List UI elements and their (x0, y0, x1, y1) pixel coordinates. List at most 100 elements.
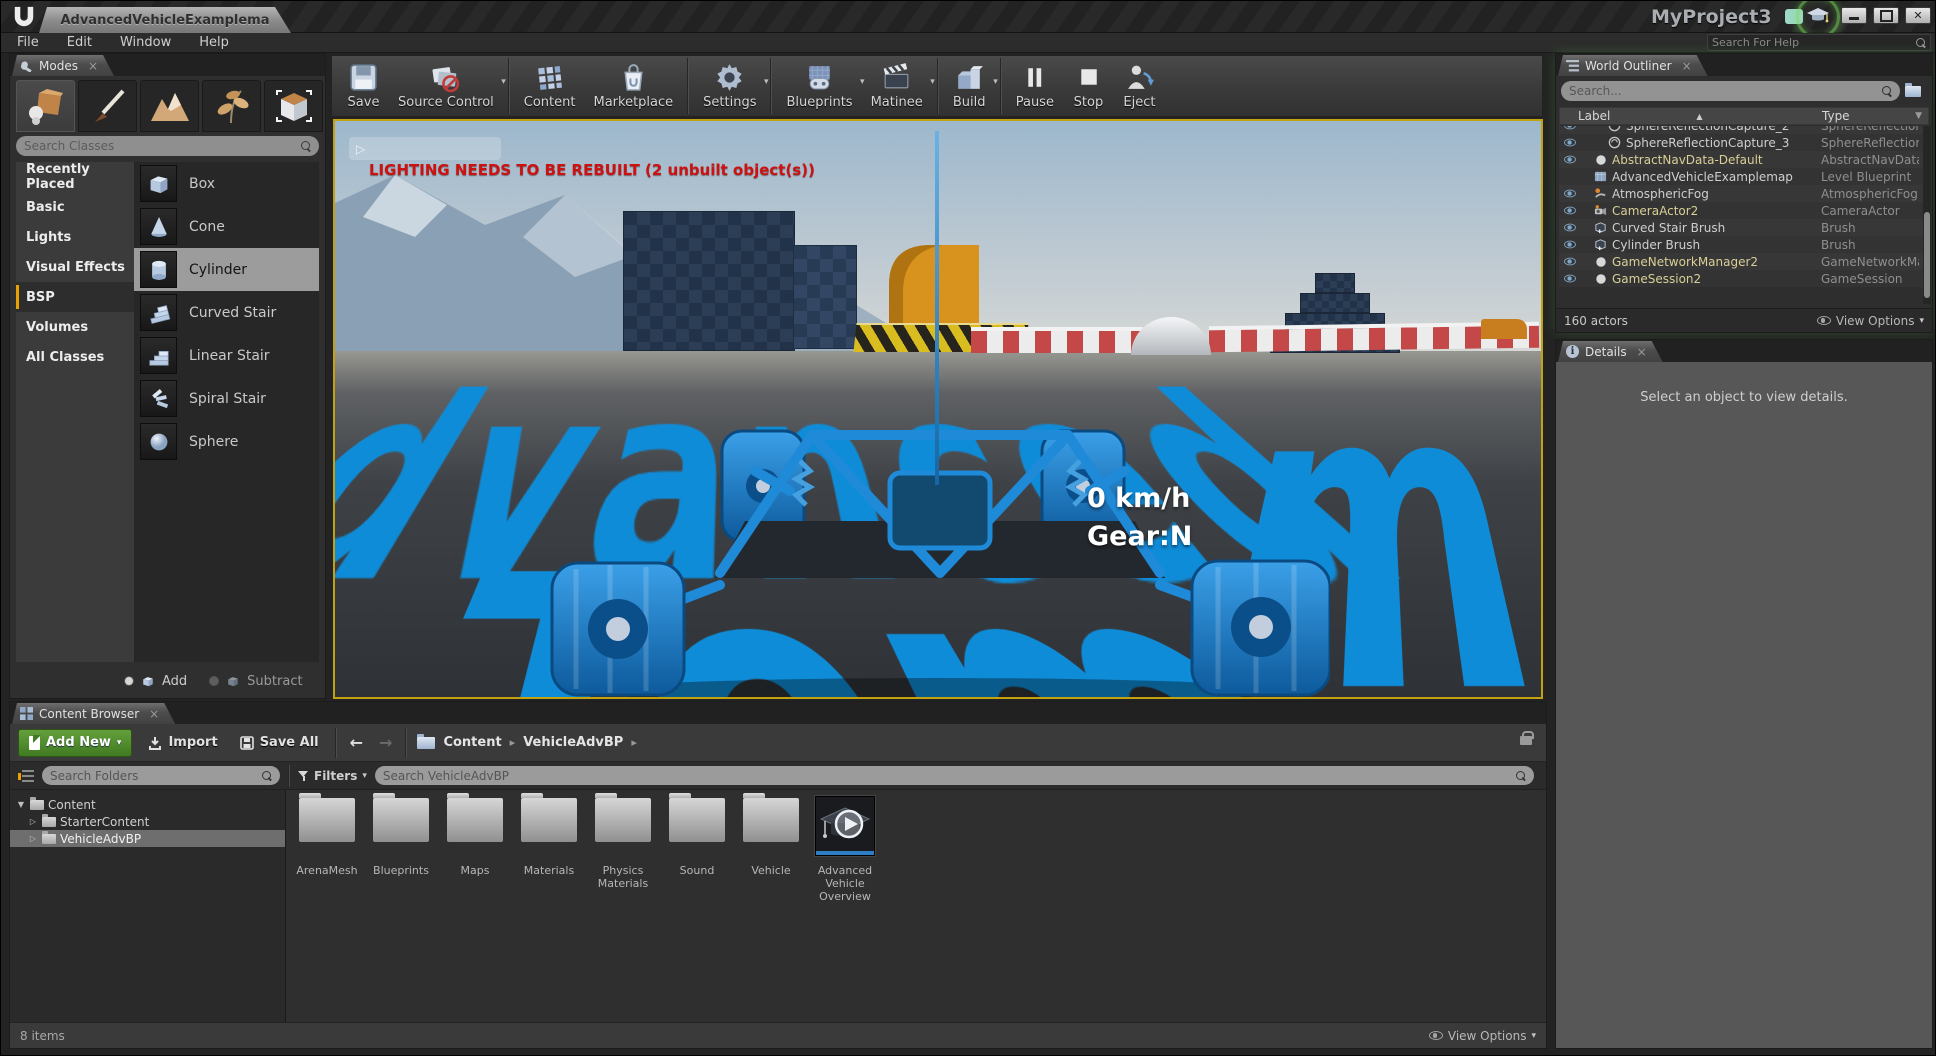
outliner-row[interactable]: AbstractNavData-Default AbstractNavData (1559, 151, 1929, 168)
bsp-item-cone[interactable]: Cone (134, 205, 319, 248)
visibility-eye-icon[interactable] (1564, 224, 1576, 232)
outliner-row[interactable]: Cylinder Brush Brush (1559, 236, 1929, 253)
category-visual-effects[interactable]: Visual Effects (16, 252, 134, 282)
search-folders-box[interactable] (42, 766, 280, 785)
folder-tile-vehicle[interactable]: Vehicle (734, 796, 808, 877)
close-icon[interactable]: × (149, 707, 167, 721)
help-search-input[interactable] (1712, 36, 1916, 49)
tab-details[interactable]: i Details × (1558, 341, 1663, 362)
folder-tile-materials[interactable]: Materials (512, 796, 586, 877)
visibility-eye-icon[interactable] (1564, 126, 1576, 129)
menu-help[interactable]: Help (199, 35, 229, 50)
help-search-box[interactable] (1707, 34, 1931, 51)
stop-button[interactable]: Stop (1063, 57, 1114, 115)
category-recently-placed[interactable]: Recently Placed (16, 162, 134, 192)
category-lights[interactable]: Lights (16, 222, 134, 252)
back-button[interactable]: ← (347, 733, 366, 752)
mode-paint[interactable] (78, 80, 137, 132)
tree-item-startercontent[interactable]: ▷ StarterContent (10, 813, 285, 830)
column-type[interactable]: Type (1822, 109, 1850, 123)
close-icon[interactable]: × (88, 59, 106, 73)
menu-edit[interactable]: Edit (67, 35, 92, 50)
search-folders-input[interactable] (50, 769, 262, 783)
save-all-button[interactable]: Save All (234, 735, 325, 750)
outliner-row[interactable]: SphereReflectionCapture_3 SphereReflecti… (1559, 134, 1929, 151)
category-basic[interactable]: Basic (16, 192, 134, 222)
visibility-eye-icon[interactable] (1564, 241, 1576, 249)
column-label[interactable]: Label (1560, 109, 1610, 123)
visibility-eye-icon[interactable] (1564, 275, 1576, 283)
close-icon[interactable]: × (1637, 345, 1655, 359)
brush-add-option[interactable]: Add (124, 674, 187, 689)
create-folder-button[interactable] (1905, 82, 1927, 100)
lock-icon[interactable] (1520, 736, 1532, 745)
sources-panel-toggle-icon[interactable] (18, 770, 34, 782)
outliner-row[interactable]: AtmosphericFog AtmosphericFog (1559, 185, 1929, 202)
folder-tile-sound[interactable]: Sound (660, 796, 734, 877)
bsp-item-sphere[interactable]: Sphere (134, 420, 319, 463)
tutorials-graduation-cap-icon[interactable] (1807, 8, 1829, 25)
save-button[interactable]: Save (338, 57, 389, 115)
forward-button[interactable]: → (376, 733, 395, 752)
asset-tile-advanced-vehicle-overview[interactable]: Advanced Vehicle Overview (808, 796, 882, 903)
folder-tile-blueprints[interactable]: Blueprints (364, 796, 438, 877)
outliner-scrollbar[interactable] (1923, 126, 1931, 304)
scrollbar-thumb[interactable] (1924, 212, 1930, 298)
category-all-classes[interactable]: All Classes (16, 342, 134, 372)
collapsed-arrow-icon[interactable]: ▷ (28, 834, 38, 843)
sort-ascending-icon[interactable]: ▲ (1696, 112, 1702, 121)
folder-tile-arenamesh[interactable]: ArenaMesh (290, 796, 364, 877)
search-assets-box[interactable] (375, 766, 1534, 785)
brush-subtract-option[interactable]: Subtract (209, 674, 302, 689)
bsp-item-box[interactable]: Box (134, 162, 319, 205)
menu-window[interactable]: Window (120, 35, 171, 50)
search-classes-box[interactable] (16, 136, 319, 156)
bsp-item-curved-stair[interactable]: Curved Stair (134, 291, 319, 334)
collapsed-arrow-icon[interactable]: ▷ (28, 817, 38, 826)
category-volumes[interactable]: Volumes (16, 312, 134, 342)
outliner-row[interactable]: SphereReflectionCapture_2 SphereReflecti… (1559, 126, 1929, 134)
bsp-item-spiral-stair[interactable]: Spiral Stair (134, 377, 319, 420)
content-view-options[interactable]: View Options ▾ (1429, 1029, 1536, 1043)
marketplace-button[interactable]: Marketplace (584, 57, 682, 115)
level-viewport[interactable]: Advanced o Tem m (333, 119, 1543, 699)
search-classes-input[interactable] (24, 139, 301, 153)
blueprints-button[interactable]: Blueprints ▾ (777, 57, 861, 115)
filters-button[interactable]: Filters ▾ (298, 769, 367, 783)
level-tab[interactable]: AdvancedVehicleExamplema (39, 7, 291, 33)
bsp-item-cylinder[interactable]: Cylinder (134, 248, 319, 291)
tree-item-content[interactable]: ▼ Content (10, 796, 285, 813)
close-button[interactable]: ✕ (1905, 7, 1931, 24)
tab-content-browser[interactable]: Content Browser × (12, 703, 175, 724)
settings-button[interactable]: Settings ▾ (694, 57, 765, 115)
matinee-button[interactable]: Matinee ▾ (862, 57, 932, 115)
visibility-eye-icon[interactable] (1564, 207, 1576, 215)
outliner-row[interactable]: GameSession2 GameSession (1559, 270, 1929, 287)
folder-tile-maps[interactable]: Maps (438, 796, 512, 877)
minimize-button[interactable] (1841, 7, 1867, 24)
visibility-eye-icon[interactable] (1564, 156, 1576, 164)
visibility-eye-icon[interactable] (1564, 139, 1576, 147)
outliner-search-input[interactable] (1569, 84, 1882, 98)
content-button[interactable]: Content (515, 57, 585, 115)
mode-foliage[interactable] (202, 80, 261, 132)
category-bsp[interactable]: BSP (16, 282, 134, 312)
outliner-row[interactable]: GameNetworkManager2 GameNetworkMar (1559, 253, 1929, 270)
eject-button[interactable]: Eject (1114, 57, 1165, 115)
outliner-row[interactable]: Curved Stair Brush Brush (1559, 219, 1929, 236)
outliner-view-options[interactable]: View Options ▾ (1817, 314, 1924, 328)
breadcrumb-vehicleadvbp[interactable]: VehicleAdvBP (523, 735, 623, 750)
outliner-row[interactable]: AdvancedVehicleExamplemap Level Blueprin… (1559, 168, 1929, 185)
breadcrumb-content[interactable]: Content (443, 735, 501, 750)
mode-landscape[interactable] (140, 80, 199, 132)
mode-place[interactable] (16, 80, 75, 132)
bsp-item-linear-stair[interactable]: Linear Stair (134, 334, 319, 377)
tab-modes[interactable]: Modes × (12, 55, 114, 76)
column-filter-icon[interactable]: ▼ (1915, 111, 1922, 121)
import-button[interactable]: Import (142, 735, 223, 750)
chevron-down-icon[interactable]: ▾ (930, 77, 935, 87)
outliner-search-box[interactable] (1561, 81, 1900, 101)
close-icon[interactable]: × (1682, 59, 1700, 73)
pause-button[interactable]: Pause (1007, 57, 1063, 115)
restore-button[interactable] (1873, 7, 1899, 24)
